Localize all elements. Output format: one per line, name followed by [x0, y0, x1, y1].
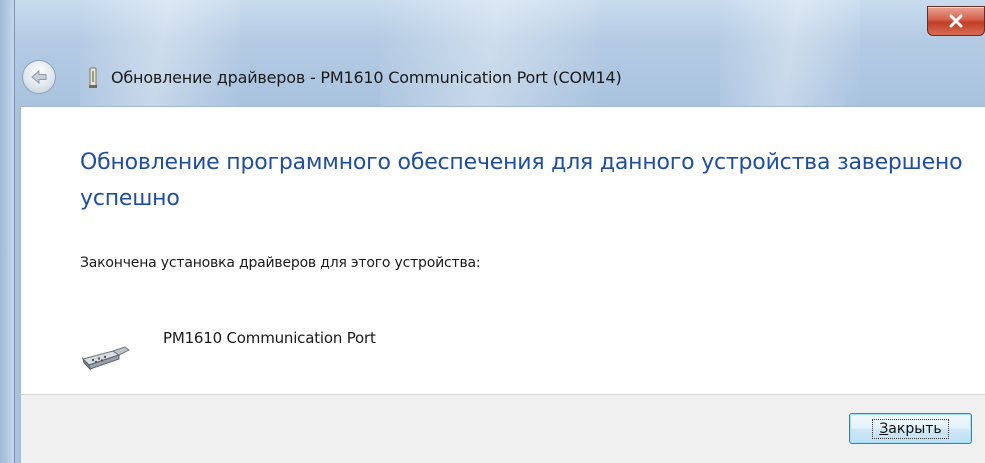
accelerator-key: З	[879, 420, 889, 437]
navigation-bar: Обновление драйверов - PM1610 Communicat…	[14, 50, 985, 106]
window-close-button[interactable]	[927, 6, 985, 36]
close-button-label: Закрыть	[872, 418, 949, 439]
title-bar	[14, 0, 985, 38]
device-icon	[89, 67, 97, 88]
window-border	[0, 0, 15, 463]
close-icon	[949, 14, 963, 28]
device-name: PM1610 Communication Port	[163, 329, 376, 347]
close-button[interactable]: Закрыть	[849, 413, 972, 444]
button-bar: Закрыть	[20, 394, 985, 463]
back-button[interactable]	[22, 60, 56, 94]
content-panel: Обновление программного обеспечения для …	[20, 106, 985, 394]
serial-port-icon	[82, 346, 130, 371]
page-heading: Обновление программного обеспечения для …	[80, 150, 963, 211]
status-text: Закончена установка драйверов для этого …	[80, 255, 481, 271]
back-arrow-icon	[31, 69, 47, 85]
close-button-text: акрыть	[888, 420, 942, 437]
window-title: Обновление драйверов - PM1610 Communicat…	[111, 68, 622, 87]
wizard-window: Обновление драйверов - PM1610 Communicat…	[0, 0, 985, 463]
